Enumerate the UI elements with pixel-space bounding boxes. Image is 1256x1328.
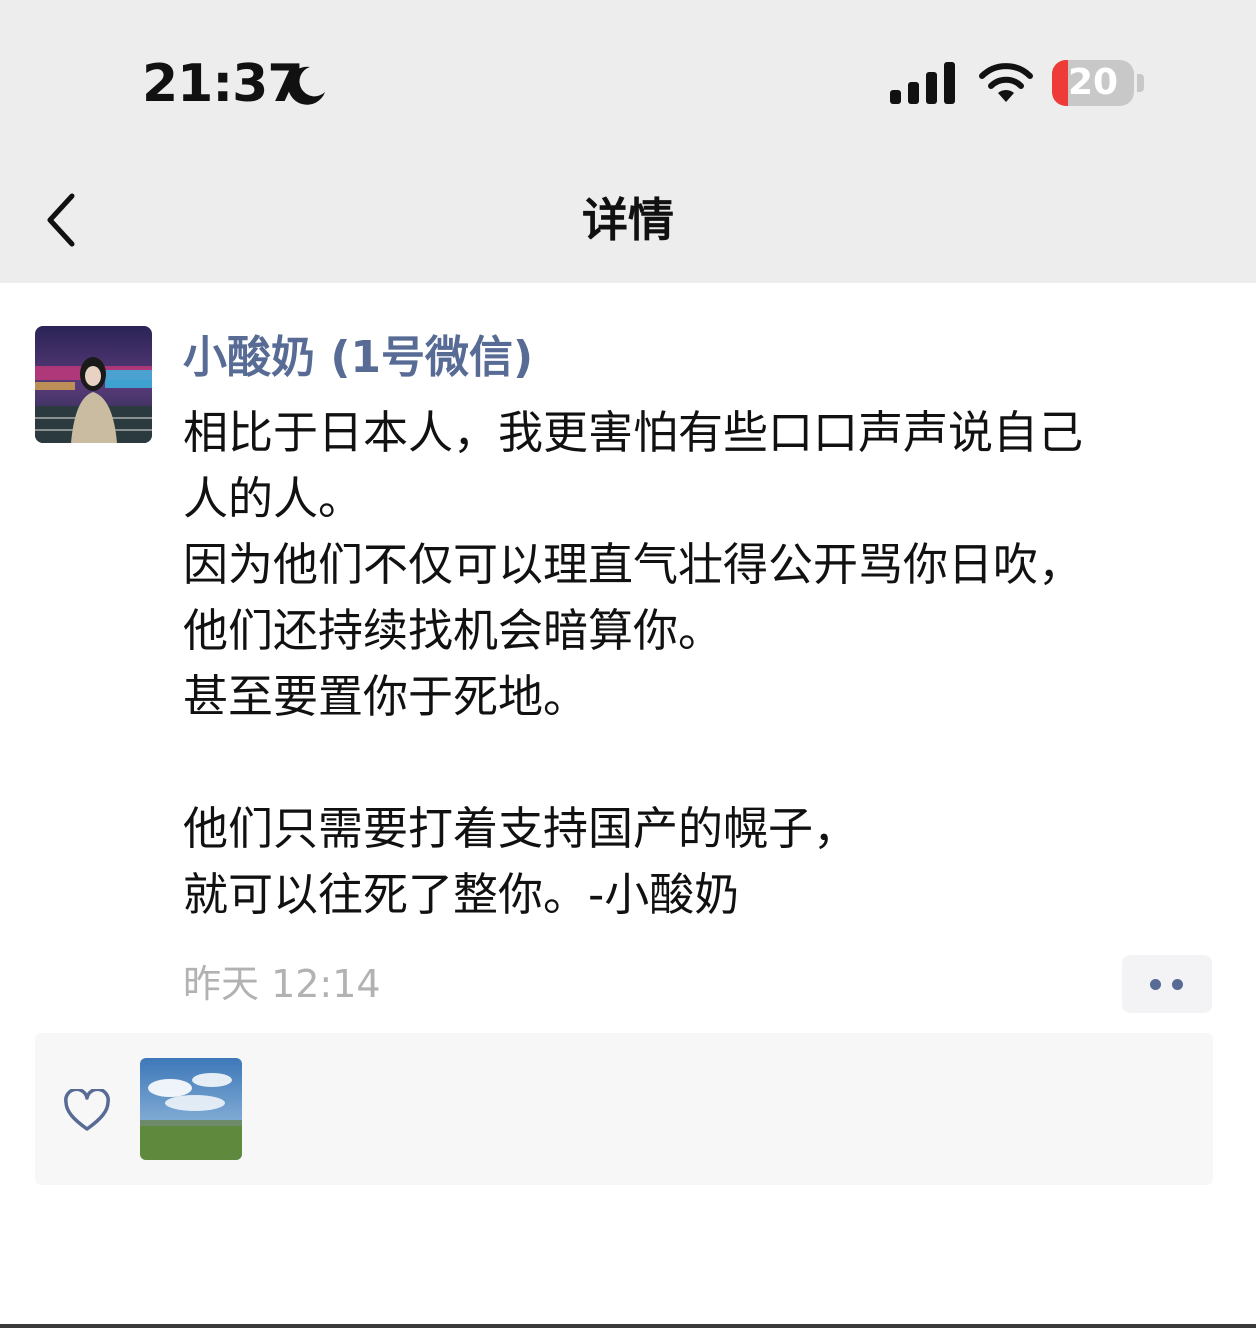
post-content: 相比于日本人，我更害怕有些口口声声说自己 人的人。 因为他们不仅可以理直气壮得公开… <box>183 400 1213 928</box>
content-line: 甚至要置你于死地。 <box>183 670 589 723</box>
likes-section <box>35 1033 1213 1185</box>
battery-tip <box>1137 74 1144 92</box>
author-avatar[interactable] <box>35 326 152 443</box>
battery-icon: 20 <box>1052 60 1134 106</box>
post-time: 昨天 12:14 <box>183 962 381 1006</box>
content-line: 他们只需要打着支持国产的幌子， <box>183 802 859 855</box>
content-line: 人的人。 <box>183 472 364 525</box>
more-button[interactable] <box>1122 955 1212 1013</box>
signal-icon <box>890 62 955 104</box>
page-title: 详情 <box>582 193 674 247</box>
more-dots-icon <box>1172 979 1183 990</box>
more-dots-icon <box>1150 979 1161 990</box>
content-blank-line <box>183 730 1213 796</box>
wifi-icon <box>979 63 1033 102</box>
battery-level: 20 <box>1067 62 1119 103</box>
content-line: 他们还持续找机会暗算你。 <box>183 604 724 657</box>
bottom-divider <box>0 1324 1256 1328</box>
header-area: 21:37 20 详情 <box>0 0 1256 283</box>
moon-icon <box>288 66 325 105</box>
heart-icon <box>64 1089 110 1131</box>
liker-avatar[interactable] <box>140 1058 242 1160</box>
content-line: 因为他们不仅可以理直气壮得公开骂你日吹， <box>183 538 1084 591</box>
content-line: 相比于日本人，我更害怕有些口口声声说自己 <box>183 406 1084 459</box>
status-time: 21:37 <box>142 54 304 114</box>
content-line: 就可以往死了整你。-小酸奶 <box>183 868 740 921</box>
moments-detail-page: 21:37 20 详情 小酸奶 (1号微信) 相比于日本人，我更害怕有些口口声声… <box>0 0 1256 1328</box>
author-name[interactable]: 小酸奶 (1号微信) <box>183 326 533 390</box>
